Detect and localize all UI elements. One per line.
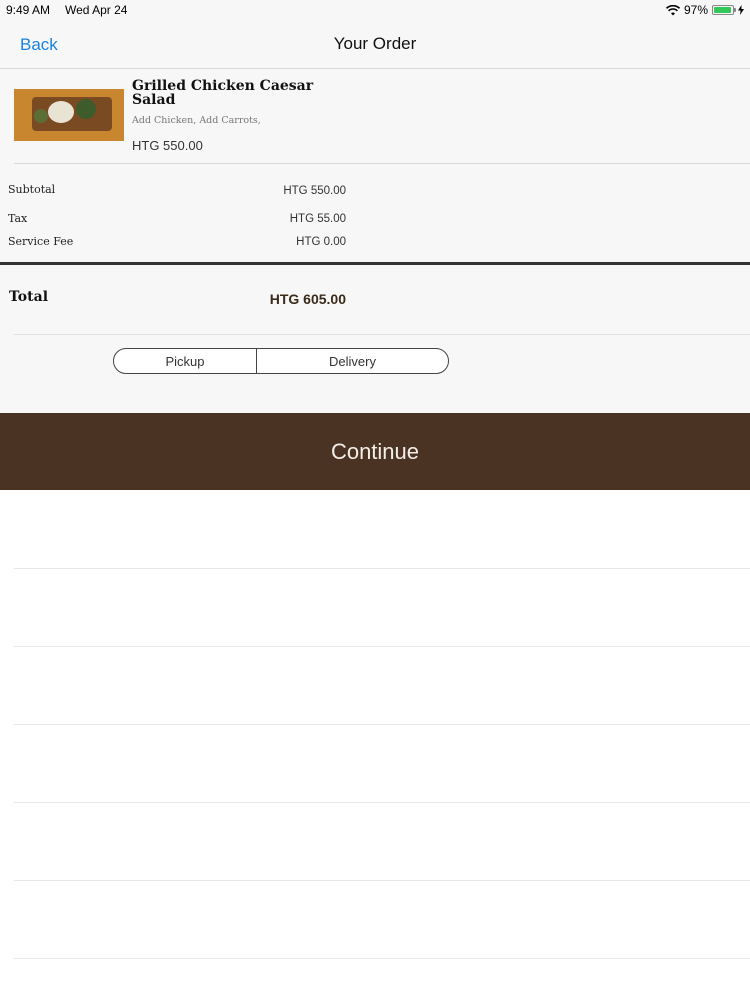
list-separator (14, 646, 750, 647)
status-time: 9:49 AM (6, 3, 51, 17)
tax-value: HTG 55.00 (289, 213, 346, 225)
divider (14, 334, 750, 335)
divider (14, 163, 750, 164)
delivery-option[interactable]: Delivery (257, 349, 448, 373)
pickup-option[interactable]: Pickup (114, 349, 257, 373)
wifi-icon (665, 4, 680, 15)
list-separator (14, 568, 750, 569)
list-separator (14, 880, 750, 881)
subtotal-value: HTG 550.00 (283, 185, 346, 197)
item-name: Grilled Chicken Caesar Salad (132, 78, 314, 108)
service-fee-value: HTG 0.00 (296, 236, 346, 248)
item-price: HTG 550.00 (132, 138, 203, 153)
item-options: Add Chicken, Add Carrots, (132, 115, 261, 126)
nav-bar: Back Your Order (0, 20, 750, 69)
empty-list (0, 490, 750, 1000)
service-fee-label: Service Fee (8, 235, 74, 248)
total-label: Total (9, 289, 49, 305)
list-separator (14, 724, 750, 725)
status-bar: 9:49 AM Wed Apr 24 97% (0, 0, 750, 20)
battery-percent: 97% (683, 3, 708, 17)
order-panel: Grilled Chicken Caesar Salad Add Chicken… (0, 69, 750, 413)
subtotal-label: Subtotal (8, 183, 56, 196)
list-separator (14, 802, 750, 803)
charging-bolt-icon (738, 5, 744, 15)
total-value: HTG 605.00 (269, 291, 346, 307)
status-right: 97% (665, 3, 744, 17)
status-date: Wed Apr 24 (65, 3, 128, 17)
page-title: Your Order (333, 34, 417, 53)
battery-icon (712, 5, 736, 15)
tax-label: Tax (8, 212, 28, 225)
order-item[interactable]: Grilled Chicken Caesar Salad Add Chicken… (0, 69, 750, 164)
fulfillment-segmented-control: Pickup Delivery (113, 348, 449, 374)
continue-button[interactable]: Continue (0, 413, 750, 490)
total-divider (0, 262, 750, 265)
item-image (14, 89, 124, 141)
list-separator (14, 958, 750, 959)
